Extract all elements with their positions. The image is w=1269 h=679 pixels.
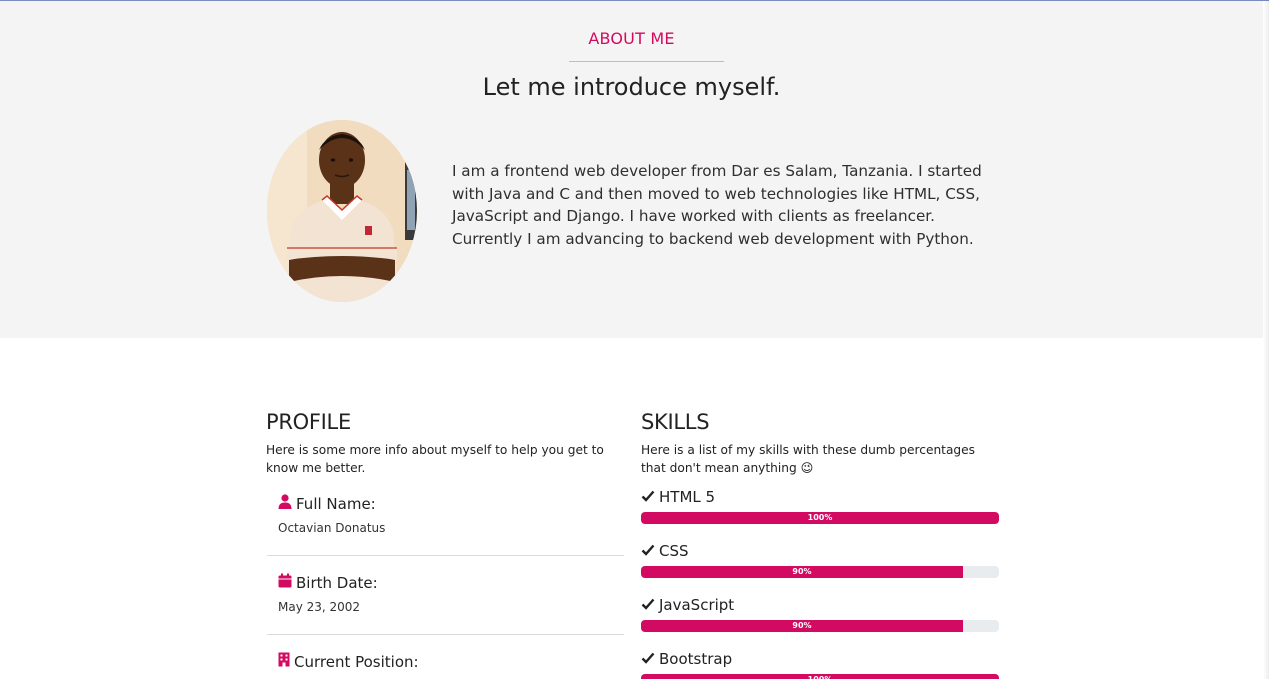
skill-name: HTML 5 xyxy=(659,488,716,506)
check-icon xyxy=(641,542,655,560)
about-bio: I am a frontend web developer from Dar e… xyxy=(452,162,982,248)
heading-divider xyxy=(569,61,724,62)
building-icon xyxy=(278,652,290,671)
skill-progress-bar: 90% xyxy=(641,620,999,632)
about-section: ABOUT ME Let me introduce myself. I am a… xyxy=(0,1,1263,338)
calendar-icon xyxy=(278,573,292,592)
skills-description: Here is a list of my skills with these d… xyxy=(641,443,976,475)
skill-label: JavaScript xyxy=(641,596,734,614)
birth-date-label: Birth Date: xyxy=(296,573,378,592)
about-subtitle: Let me introduce myself. xyxy=(482,73,781,101)
profile-item-current-position: Current Position: xyxy=(278,652,419,671)
skill-progress-bar: 100% xyxy=(641,512,999,524)
skill-progress-fill: 100% xyxy=(641,674,999,679)
skill-label: Bootstrap xyxy=(641,650,732,668)
skill-progress-fill: 100% xyxy=(641,512,999,524)
birth-date-value: May 23, 2002 xyxy=(278,600,361,614)
scrollbar-shadow xyxy=(1263,0,1269,679)
full-name-label: Full Name: xyxy=(296,494,376,513)
profile-divider xyxy=(267,634,624,635)
profile-photo xyxy=(267,120,417,302)
check-icon xyxy=(641,650,655,668)
skill-label: HTML 5 xyxy=(641,488,715,506)
profile-title: PROFILE xyxy=(266,410,351,434)
about-heading: ABOUT ME xyxy=(588,29,675,48)
skill-progress-fill: 90% xyxy=(641,620,963,632)
skill-name: JavaScript xyxy=(659,596,735,614)
skill-progress-bar: 90% xyxy=(641,566,999,578)
skills-title: SKILLS xyxy=(641,410,710,434)
profile-item-birth-date: Birth Date: May 23, 2002 xyxy=(278,573,378,614)
profile-divider xyxy=(267,555,624,556)
skill-name: Bootstrap xyxy=(659,650,733,668)
user-icon xyxy=(278,494,292,513)
skill-label: CSS xyxy=(641,542,689,560)
skill-progress-fill: 90% xyxy=(641,566,963,578)
profile-description: Here is some more info about myself to h… xyxy=(266,443,604,475)
full-name-value: Octavian Donatus xyxy=(278,521,386,535)
profile-item-full-name: Full Name: Octavian Donatus xyxy=(278,494,385,535)
check-icon xyxy=(641,488,655,506)
current-position-label: Current Position: xyxy=(294,652,419,671)
skill-progress-bar: 100% xyxy=(641,674,999,679)
check-icon xyxy=(641,596,655,614)
skill-name: CSS xyxy=(659,542,689,560)
